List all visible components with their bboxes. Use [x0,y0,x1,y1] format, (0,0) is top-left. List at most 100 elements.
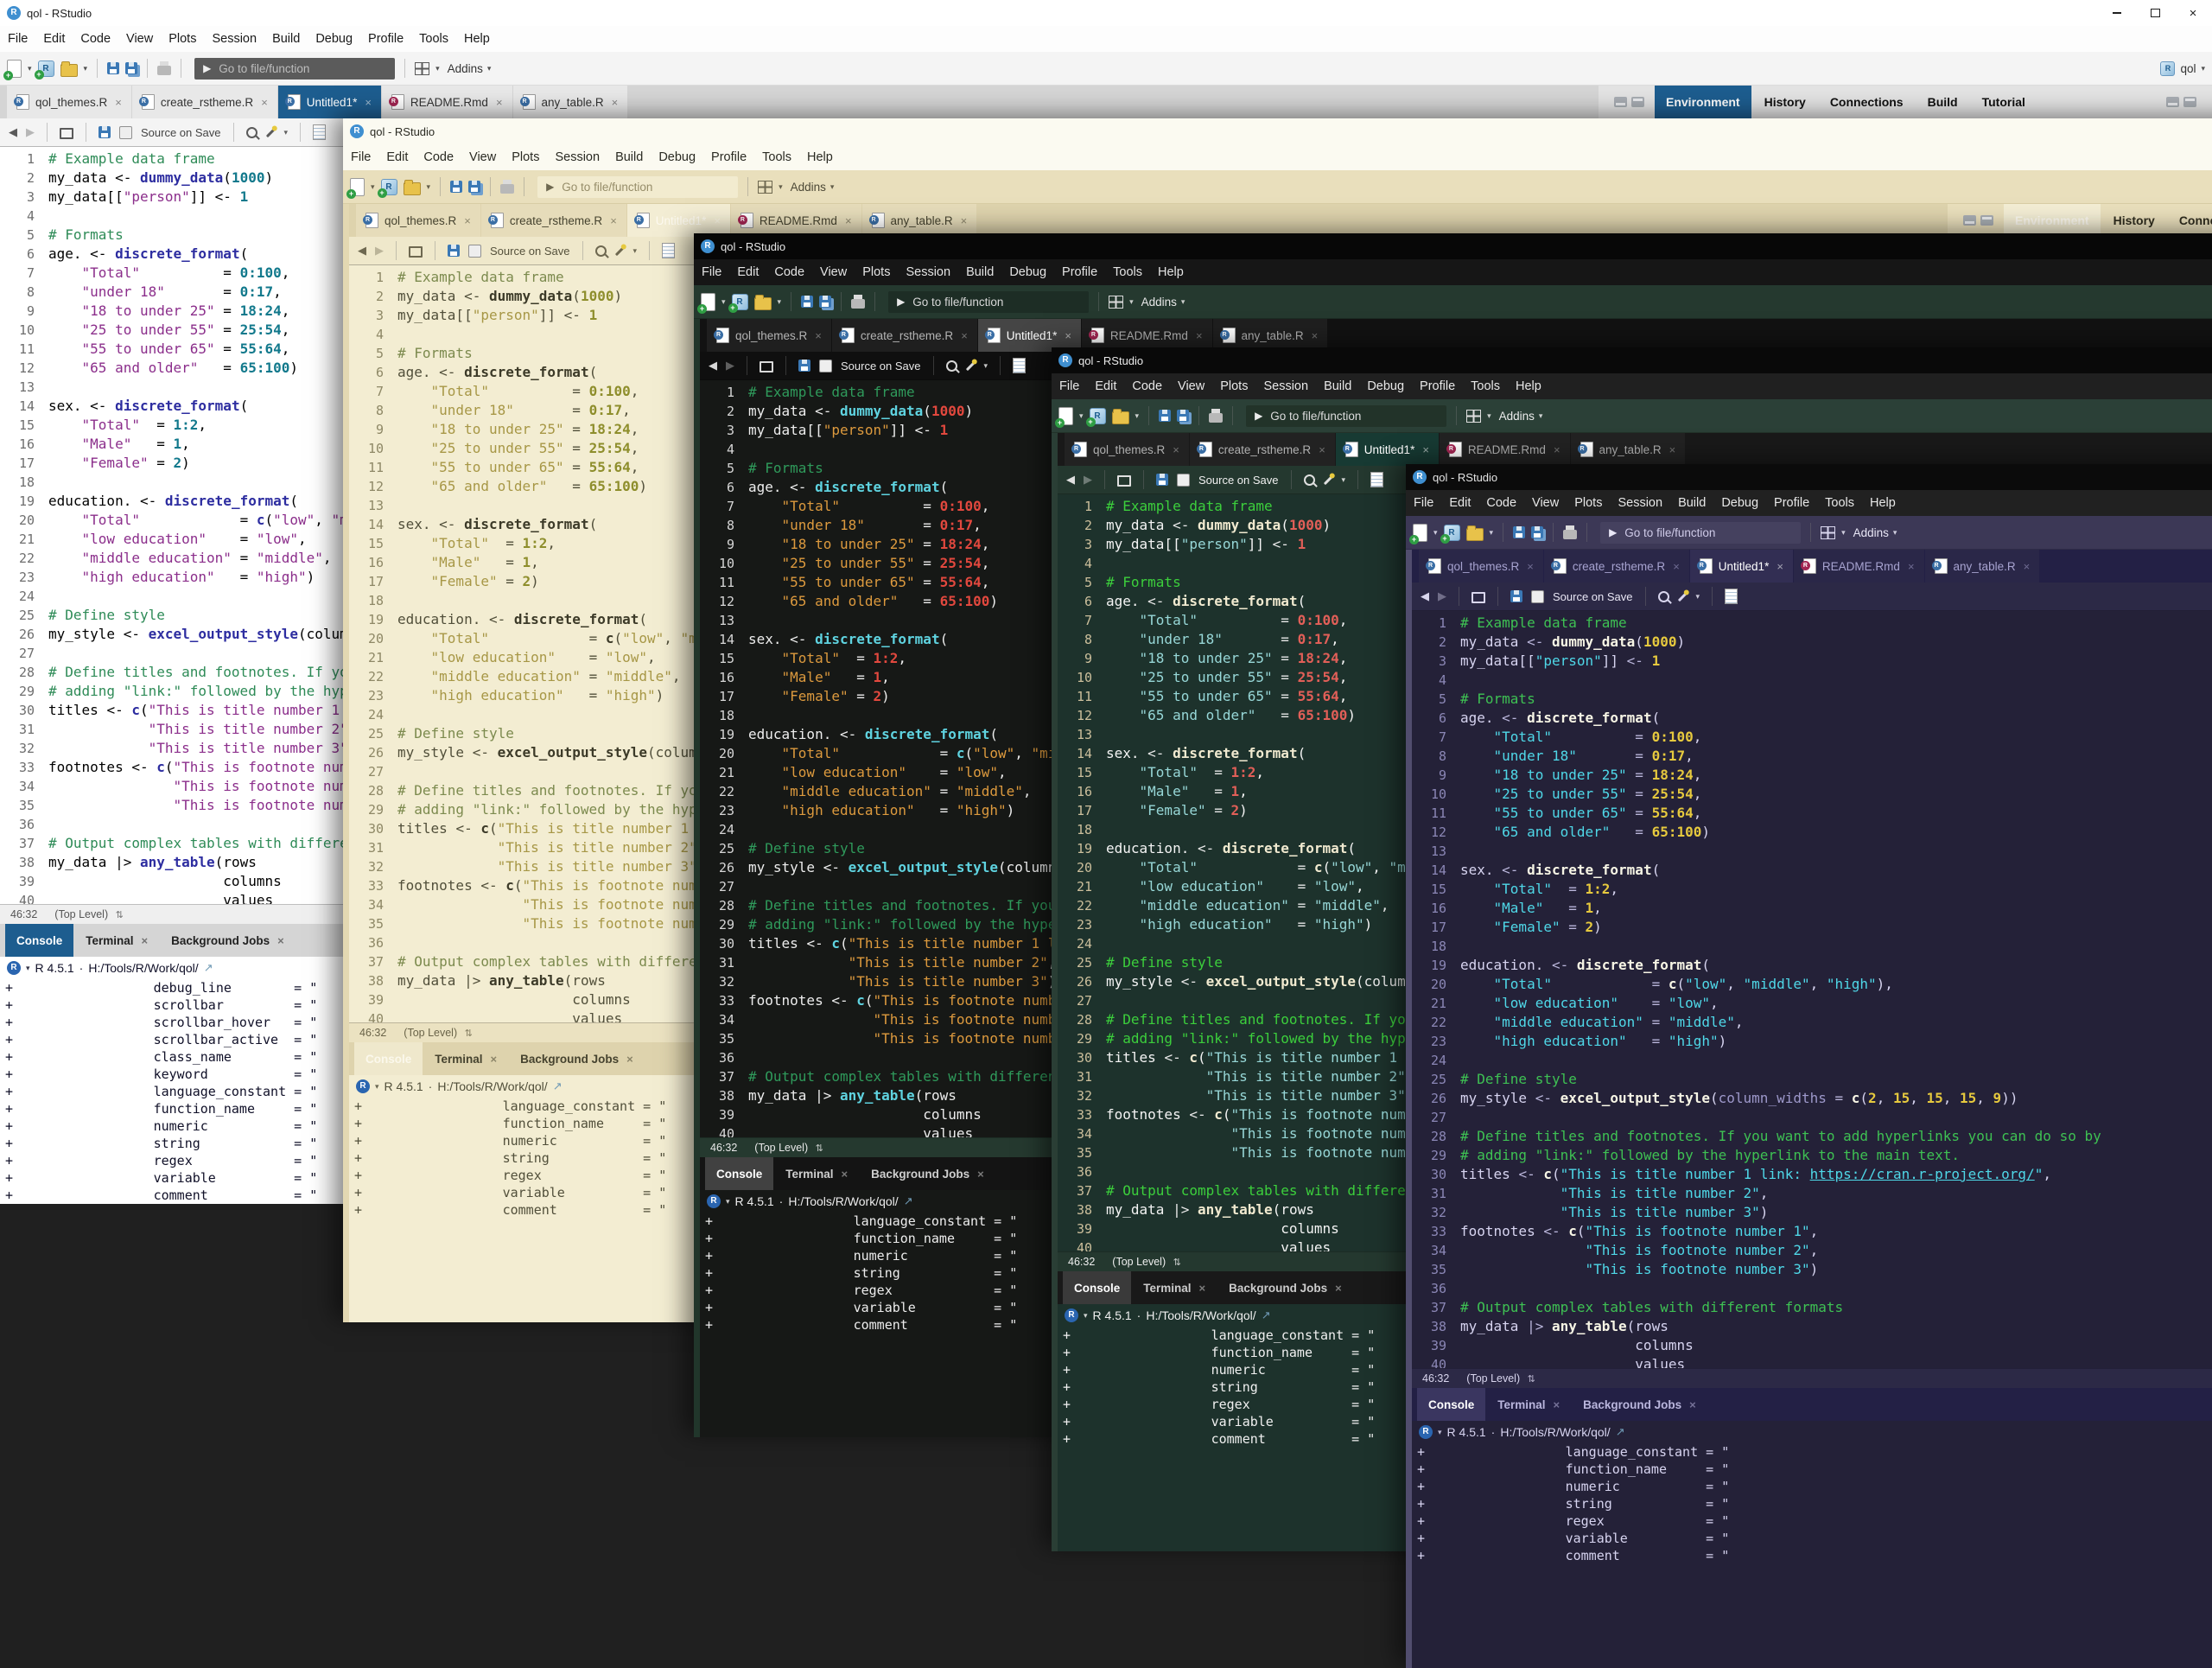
addins-button[interactable]: Addins ▾ [1499,410,1543,423]
close-tab-icon[interactable]: × [961,329,968,342]
goto-file-input[interactable]: ▶ Go to file/function [1246,405,1446,427]
menu-item-build[interactable]: Build [1670,496,1713,510]
goto-file-input[interactable]: ▶ Go to file/function [1600,522,1801,544]
close-tab-icon[interactable]: × [1065,329,1071,342]
code-editor[interactable]: 1# Example data frame2my_data <- dummy_d… [1412,611,2212,1368]
close-tab-icon[interactable]: × [842,1168,849,1181]
panes-button[interactable] [1109,296,1123,309]
scope-selector[interactable]: (Top Level) ⇅ [404,1027,473,1039]
source-on-save-checkbox[interactable] [1177,474,1190,487]
source-on-save-checkbox[interactable] [468,245,481,258]
back-button[interactable]: ◀ [1066,473,1075,487]
env-tab-environment[interactable]: Environment [2004,204,2101,237]
menu-item-build[interactable]: Build [958,265,1001,279]
save-source-button[interactable] [1510,590,1522,602]
menu-item-help[interactable]: Help [456,32,498,46]
new-file-caret-icon[interactable]: ▾ [1433,528,1438,538]
new-file-button[interactable]: + [350,178,365,196]
menu-item-edit[interactable]: Edit [1087,379,1124,393]
console-tab-terminal[interactable]: Terminal× [1132,1271,1217,1304]
compile-report-icon[interactable] [313,124,326,140]
open-file-caret-icon[interactable]: ▾ [427,182,431,192]
menu-item-plots[interactable]: Plots [161,32,204,46]
menu-item-profile[interactable]: Profile [1412,379,1463,393]
r-version-caret-icon[interactable]: ▾ [1084,1311,1088,1321]
source-on-save-checkbox[interactable] [1531,590,1544,603]
menu-item-tools[interactable]: Tools [1105,265,1150,279]
minimize-pane-icon[interactable] [1614,97,1627,107]
back-button[interactable]: ◀ [1421,589,1429,603]
panes-button[interactable] [1466,410,1481,423]
new-file-button[interactable]: + [1058,407,1073,425]
save-button[interactable] [450,181,462,193]
editor-tab-qol-themes-r[interactable]: Rqol_themes.R× [1065,433,1189,466]
save-all-button[interactable] [468,181,480,193]
menu-item-session[interactable]: Session [547,150,607,164]
close-tab-icon[interactable]: × [1673,560,1680,573]
close-tab-icon[interactable]: × [1196,329,1203,342]
editor-tab-create-rstheme-r[interactable]: Rcreate_rstheme.R× [832,319,977,352]
editor-tab-readme-rmd[interactable]: RREADME.Rmd× [1794,550,1924,583]
close-tab-icon[interactable]: × [1689,1398,1696,1411]
menu-item-profile[interactable]: Profile [1054,265,1105,279]
editor-tab-readme-rmd[interactable]: RREADME.Rmd× [1440,433,1570,466]
editor-tab-any-table-r[interactable]: Rany_table.R× [1925,550,2040,583]
save-all-button[interactable] [819,296,831,308]
close-tab-icon[interactable]: × [1527,560,1534,573]
editor-tab-qol-themes-r[interactable]: Rqol_themes.R× [356,204,480,237]
close-tab-icon[interactable]: × [961,214,968,227]
menu-item-build[interactable]: Build [264,32,308,46]
save-all-button[interactable] [125,62,137,74]
open-file-button[interactable] [1466,528,1484,541]
save-button[interactable] [107,62,119,74]
show-in-new-window-icon[interactable] [60,128,73,139]
new-file-button[interactable]: + [1413,524,1427,542]
menu-item-edit[interactable]: Edit [1441,496,1478,510]
close-tab-icon[interactable]: × [1335,1282,1342,1295]
r-version-caret-icon[interactable]: ▾ [726,1197,730,1206]
editor-tab-qol-themes-r[interactable]: Rqol_themes.R× [707,319,831,352]
save-button[interactable] [1513,526,1525,538]
editor-tab-any-table-r[interactable]: Rany_table.R× [513,86,628,118]
menu-item-session[interactable]: Session [1610,496,1670,510]
code-tools-caret-icon[interactable]: ▾ [1696,592,1700,602]
editor-tab-create-rstheme-r[interactable]: Rcreate_rstheme.R× [1190,433,1335,466]
editor-tab-untitled1[interactable]: RUntitled1*× [1336,433,1439,466]
editor-tab-any-table-r[interactable]: Rany_table.R× [862,204,977,237]
new-project-button[interactable]: R+ [1444,525,1460,541]
menu-item-edit[interactable]: Edit [378,150,416,164]
menu-item-code[interactable]: Code [766,265,812,279]
save-source-button[interactable] [1156,474,1168,486]
console-output[interactable]: + language_constant = "+ function_name =… [1412,1443,2212,1564]
menu-item-debug[interactable]: Debug [1359,379,1412,393]
menu-item-tools[interactable]: Tools [1817,496,1862,510]
forward-button[interactable]: ▶ [1438,589,1446,603]
close-tab-icon[interactable]: × [977,1168,984,1181]
source-on-save-checkbox[interactable] [819,360,832,372]
menu-item-session[interactable]: Session [204,32,264,46]
open-directory-icon[interactable]: ↗ [904,1194,913,1208]
menu-item-plots[interactable]: Plots [1212,379,1255,393]
close-tab-icon[interactable]: × [277,934,284,947]
code-tools-caret-icon[interactable]: ▾ [984,361,988,371]
menu-item-help[interactable]: Help [1862,496,1904,510]
console-tab-background-jobs[interactable]: Background Jobs× [1217,1271,1353,1304]
addins-button[interactable]: Addins ▾ [1141,296,1185,309]
menu-item-profile[interactable]: Profile [703,150,754,164]
menu-item-session[interactable]: Session [1255,379,1316,393]
new-file-button[interactable]: + [701,293,715,311]
print-button[interactable] [851,299,865,309]
menu-item-debug[interactable]: Debug [308,32,360,46]
editor-tab-qol-themes-r[interactable]: Rqol_themes.R× [1419,550,1543,583]
editor-tab-untitled1[interactable]: RUntitled1*× [627,204,730,237]
close-tab-icon[interactable]: × [1199,1282,1206,1295]
console-tab-console[interactable]: Console [1063,1271,1131,1304]
show-in-new-window-icon[interactable] [760,361,773,372]
menu-item-profile[interactable]: Profile [360,32,411,46]
save-source-button[interactable] [99,126,111,138]
menu-item-build[interactable]: Build [1316,379,1359,393]
new-file-caret-icon[interactable]: ▾ [28,64,32,73]
open-file-button[interactable] [404,182,421,195]
close-tab-icon[interactable]: × [714,214,721,227]
console-tab-terminal[interactable]: Terminal× [774,1157,859,1190]
